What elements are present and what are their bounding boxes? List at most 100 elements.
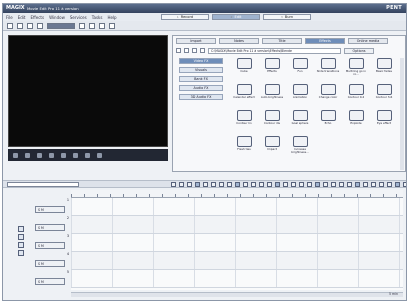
effect-item[interactable]: Basic fades (371, 58, 397, 82)
effect-item[interactable]: Explode (343, 110, 369, 134)
path-field[interactable]: C:\MAGIX\Movie Edit Pro 11 à version\Eff… (208, 47, 341, 54)
timeline-tool-icon[interactable] (195, 182, 200, 187)
category-bank-fx[interactable]: Bank FX (179, 76, 223, 82)
folder-icon[interactable] (200, 48, 205, 53)
storyboard-icon[interactable] (18, 250, 24, 256)
track-lane[interactable] (71, 234, 403, 252)
effect-item[interactable]: Contour 0-2 (343, 84, 369, 108)
category-video-fx[interactable]: Video FX (179, 58, 223, 64)
arrange-icon[interactable] (18, 226, 24, 232)
effect-item[interactable]: Cube (231, 58, 257, 82)
back-icon[interactable] (176, 48, 181, 53)
timeline-tool-icon[interactable] (363, 182, 368, 187)
track-header[interactable]: 1S M (31, 198, 69, 216)
track-solo-mute-controls[interactable]: S M (35, 278, 65, 285)
timeline-tool-icon[interactable] (179, 182, 184, 187)
timeline-tool-icon[interactable] (403, 182, 406, 187)
track-header[interactable]: 4S M (31, 252, 69, 270)
timeline-tool-icon[interactable] (267, 182, 272, 187)
media-pool-scrollbar[interactable] (400, 58, 404, 170)
timeline-tool-icon[interactable] (219, 182, 224, 187)
timeline-tool-icon[interactable] (323, 182, 328, 187)
track-solo-mute-controls[interactable]: S M (35, 242, 65, 249)
timeline-ruler[interactable] (71, 190, 403, 198)
zoom-level[interactable]: 5 min (389, 292, 398, 296)
open-folder-icon[interactable] (17, 22, 23, 29)
timeline-tool-icon[interactable] (395, 182, 400, 187)
record-icon[interactable] (97, 152, 102, 158)
tab-online-media[interactable]: Online media (348, 38, 388, 44)
timeline-tool-icon[interactable] (371, 182, 376, 187)
track-header[interactable]: 3S M (31, 234, 69, 252)
mode-record-button[interactable]: 1 Record (161, 14, 209, 20)
timeline-tool-icon[interactable] (307, 182, 312, 187)
timeline-tool-icon[interactable] (331, 182, 336, 187)
effect-item[interactable]: Multiring go in ro... (343, 58, 369, 82)
rewind-icon[interactable] (13, 152, 18, 158)
effect-item[interactable]: Contour 3-6 (371, 84, 397, 108)
timeline-tool-icon[interactable] (171, 182, 176, 187)
effect-item[interactable]: Contour dis (259, 110, 285, 134)
effect-item[interactable]: Increase brightness... (287, 136, 313, 160)
timeline-mode-dropdown[interactable] (7, 182, 79, 187)
track-area[interactable] (71, 198, 403, 290)
timeline-tool-icon[interactable] (355, 182, 360, 187)
menu-help[interactable]: Help (107, 15, 116, 20)
effect-item[interactable]: Change color (315, 84, 341, 108)
menu-edit[interactable]: Edit (18, 15, 26, 20)
fast-forward-icon[interactable] (73, 152, 78, 158)
effect-item[interactable]: Calendar effect (231, 84, 257, 108)
track-lane[interactable] (71, 252, 403, 270)
options-button[interactable]: Options (344, 47, 374, 54)
track-lane[interactable] (71, 198, 403, 216)
forward-icon[interactable] (184, 48, 189, 53)
export-icon[interactable] (37, 22, 43, 29)
effect-item[interactable]: Echo (315, 110, 341, 134)
category-3d-audio-fx[interactable]: 3D Audio FX (179, 94, 223, 100)
mode-burn-button[interactable]: 3 Burn (263, 14, 311, 20)
undo-icon[interactable] (79, 22, 85, 29)
step-forward-icon[interactable] (61, 152, 66, 158)
menu-window[interactable]: Window (49, 15, 65, 20)
timeline-tool-icon[interactable] (291, 182, 296, 187)
play-icon[interactable] (49, 152, 54, 158)
layout-selector[interactable] (47, 22, 75, 29)
timeline-tool-icon[interactable] (235, 182, 240, 187)
step-back-icon[interactable] (25, 152, 30, 158)
timeline-tool-icon[interactable] (251, 182, 256, 187)
menu-services[interactable]: Services (70, 15, 87, 20)
up-folder-icon[interactable] (192, 48, 197, 53)
timeline-tool-icon[interactable] (283, 182, 288, 187)
effect-item[interactable]: Effects (259, 58, 285, 82)
track-header[interactable]: 5S M (31, 270, 69, 288)
category-audio-fx[interactable]: Audio FX (179, 85, 223, 91)
category-visuals[interactable]: Visuals (179, 67, 223, 73)
timeline-tool-icon[interactable] (227, 182, 232, 187)
effect-item[interactable]: Fresh ties (231, 136, 257, 160)
save-icon[interactable] (27, 22, 33, 29)
redo-icon[interactable] (89, 22, 95, 29)
stop-icon[interactable] (37, 152, 42, 158)
tab-import[interactable]: Import (176, 38, 216, 44)
track-solo-mute-controls[interactable]: S M (35, 206, 65, 213)
track-header[interactable]: 2S M (31, 216, 69, 234)
effect-item[interactable]: Animation (287, 84, 313, 108)
timeline-tool-icon[interactable] (299, 182, 304, 187)
tab-title[interactable]: Title (262, 38, 302, 44)
timeline-tool-icon[interactable] (379, 182, 384, 187)
help-icon[interactable] (109, 22, 115, 29)
tab-notes[interactable]: Notes (219, 38, 259, 44)
new-project-icon[interactable] (7, 22, 13, 29)
settings-icon[interactable] (99, 22, 105, 29)
effect-item[interactable]: Fun (287, 58, 313, 82)
timeline-tool-icon[interactable] (203, 182, 208, 187)
timeline-tool-icon[interactable] (275, 182, 280, 187)
effect-item[interactable]: Auto brightness (259, 84, 285, 108)
timeline-tool-icon[interactable] (339, 182, 344, 187)
timeline-tool-icon[interactable] (347, 182, 352, 187)
timeline-scrollbar[interactable] (71, 292, 403, 297)
effect-item[interactable]: Slide transitions (315, 58, 341, 82)
timeline-tool-icon[interactable] (387, 182, 392, 187)
track-solo-mute-controls[interactable]: S M (35, 260, 65, 267)
timeline-tool-icon[interactable] (187, 182, 192, 187)
